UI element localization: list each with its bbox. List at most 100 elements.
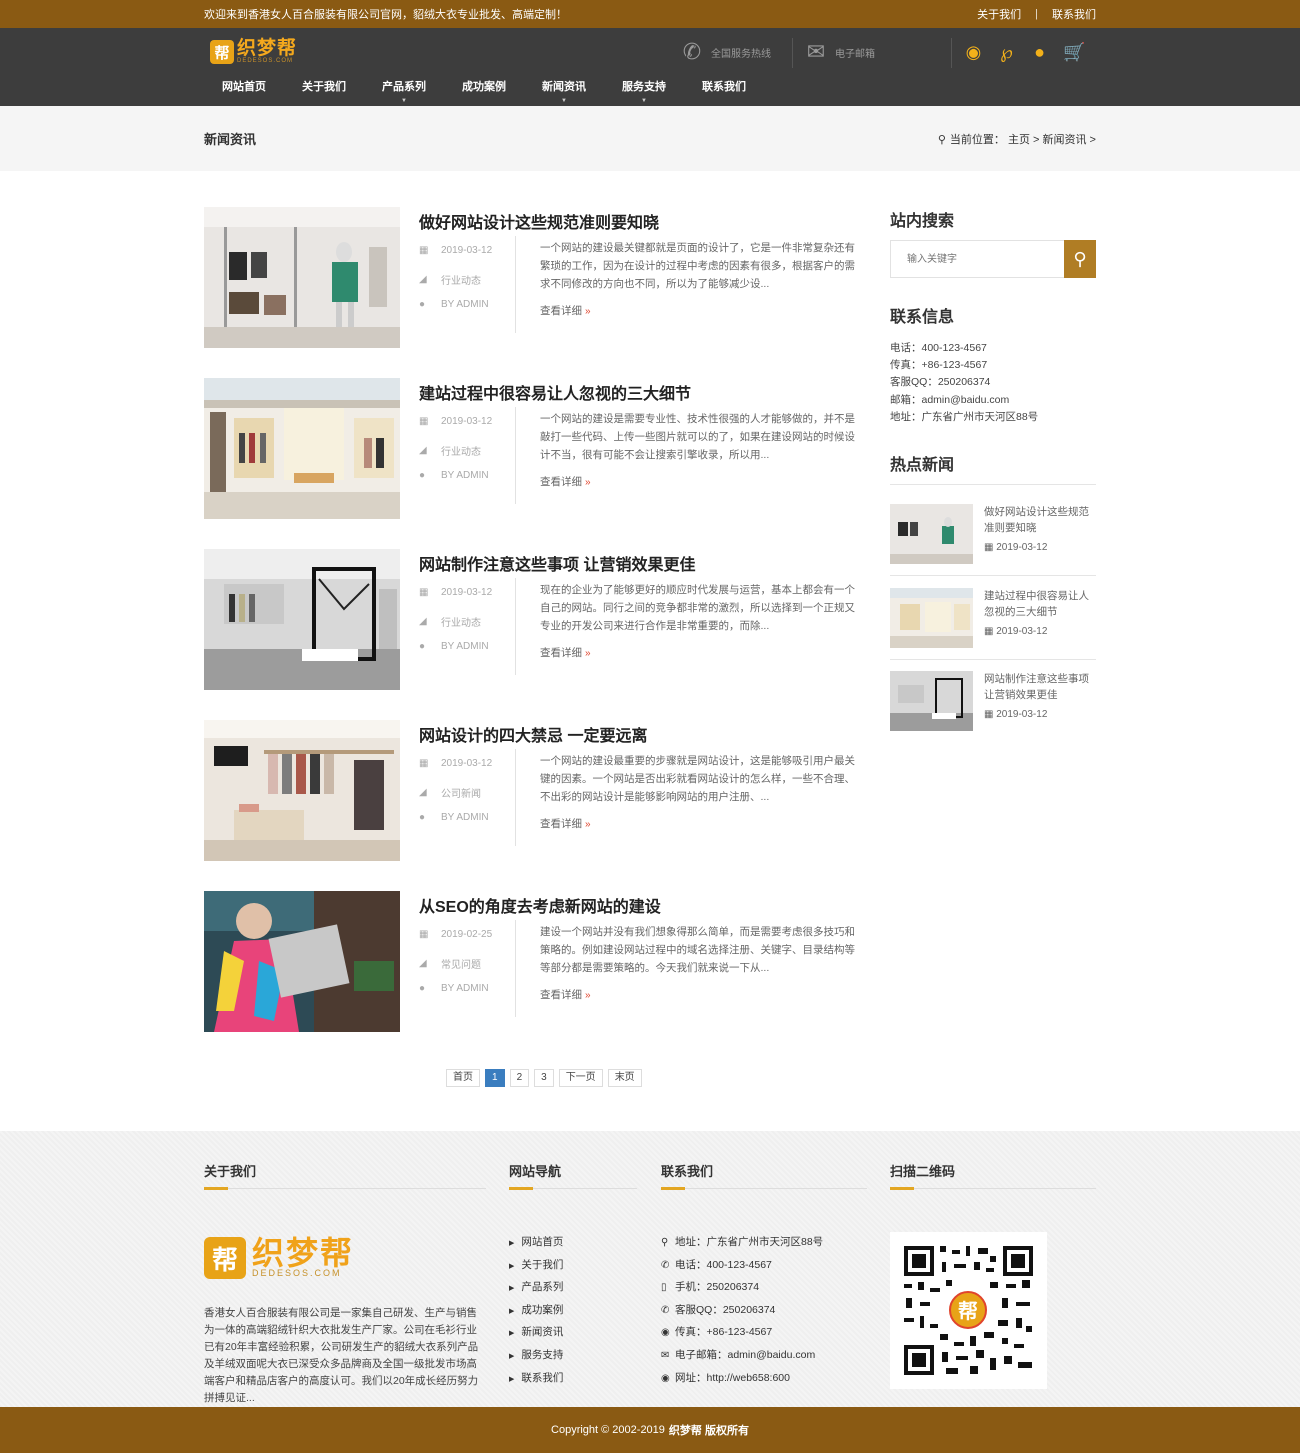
article-summary: 建设一个网站并没有我们想象得那么简单，而是需要考虑很多技巧和策略的。例如建设网站… <box>540 926 855 974</box>
weibo-icon[interactable]: ◉ <box>964 42 983 63</box>
divider <box>890 575 1096 576</box>
read-more-link[interactable]: 查看详细» <box>540 303 591 318</box>
globe-icon: ◉ <box>661 1372 670 1384</box>
hot-news-item[interactable]: 网站制作注意这些事项 让营销效果更佳 ▦ 2019-03-12 <box>890 671 1096 755</box>
hot-news-item[interactable]: 建站过程中很容易让人忽视的三大细节 ▦ 2019-03-12 <box>890 588 1096 672</box>
article-author: ● BY ADMIN <box>419 983 489 994</box>
article-thumbnail[interactable] <box>204 378 400 519</box>
page-2[interactable]: 2 <box>509 1069 530 1087</box>
double-chevron-right-icon: » <box>585 648 591 659</box>
article-thumbnail[interactable] <box>204 891 400 1032</box>
article-date: ▦ 2019-02-25 <box>419 929 493 940</box>
tag-icon: ◢ <box>419 616 427 627</box>
tencent-weibo-icon[interactable]: ℘ <box>997 42 1016 63</box>
cart-icon[interactable]: 🛒 <box>1063 42 1085 63</box>
nav-news[interactable]: 新闻资讯 ▼ <box>524 80 604 104</box>
hot-news-title[interactable]: 做好网站设计这些规范准则要知晓 <box>984 504 1096 536</box>
page-first[interactable]: 首页 <box>446 1069 480 1087</box>
article-thumbnail[interactable] <box>204 207 400 348</box>
hot-news-date: ▦ 2019-03-12 <box>984 709 1048 720</box>
hot-news-thumbnail[interactable] <box>890 504 973 564</box>
calendar-icon: ▦ <box>419 758 429 769</box>
breadcrumb-path[interactable]: 主页 > 新闻资讯 > <box>1008 134 1096 146</box>
read-more-link[interactable]: 查看详细» <box>540 474 591 489</box>
hot-news-title[interactable]: 网站制作注意这些事项 让营销效果更佳 <box>984 671 1096 703</box>
page-3[interactable]: 3 <box>534 1069 554 1087</box>
hot-news-item[interactable]: 做好网站设计这些规范准则要知晓 ▦ 2019-03-12 <box>890 504 1096 588</box>
article-summary: 现在的企业为了能够更好的顺应时代发展与运营，基本上都会有一个自己的网站。同行之间… <box>540 584 855 632</box>
qq-icon[interactable]: ● <box>1030 42 1049 63</box>
article-category: ◢ 常见问题 <box>419 958 481 971</box>
article-thumbnail[interactable] <box>204 720 400 861</box>
footer-nav-item[interactable]: ▶ 产品系列 <box>509 1279 563 1302</box>
nav-cases[interactable]: 成功案例 <box>444 80 524 102</box>
footer-nav-heading: 网站导航 <box>509 1164 562 1179</box>
caret-right-icon: ▶ <box>509 1330 515 1338</box>
footer-nav-item[interactable]: ▶ 新闻资讯 <box>509 1324 563 1347</box>
site-logo[interactable]: 帮 织梦帮 DEDESOS.COM <box>210 38 298 64</box>
page-1[interactable]: 1 <box>485 1069 505 1087</box>
top-bar: 欢迎来到香港女人百合服装有限公司官网，貂绒大衣专业批发、高端定制！ 关于我们 |… <box>0 0 1300 28</box>
header-phone-label: 全国服务热线 <box>711 49 771 60</box>
article-item: 网站制作注意这些事项 让营销效果更佳 ▦ 2019-03-12 ◢ 行业动态 ● BY… <box>204 549 864 690</box>
top-link-about[interactable]: 关于我们 <box>977 6 1021 22</box>
search-input[interactable] <box>891 241 1061 277</box>
footer-nav-item[interactable]: ▶ 成功案例 <box>509 1302 563 1325</box>
search-button[interactable]: ⚲ <box>1064 240 1096 278</box>
article-summary: 一个网站的建设是需要专业性、技术性很强的人才能够做的，并不是敲打一些代码、上传一… <box>540 413 855 461</box>
divider <box>515 749 516 846</box>
footer-nav-item[interactable]: ▶ 服务支持 <box>509 1347 563 1370</box>
article-author: ● BY ADMIN <box>419 812 489 823</box>
article-title[interactable]: 网站制作注意这些事项 让营销效果更佳 <box>419 551 695 575</box>
nav-about[interactable]: 关于我们 <box>284 80 364 102</box>
article-item: 做好网站设计这些规范准则要知晓 ▦ 2019-03-12 ◢ 行业动态 ● BY AD… <box>204 207 864 348</box>
envelope-icon: ✉ <box>806 39 826 64</box>
heading-underline <box>890 1187 1096 1190</box>
hot-news-thumbnail[interactable] <box>890 671 973 731</box>
hot-news-title[interactable]: 建站过程中很容易让人忽视的三大细节 <box>984 588 1096 620</box>
user-icon: ● <box>419 983 426 994</box>
heading-underline <box>661 1187 867 1190</box>
phone-icon: ✆ <box>661 1304 670 1316</box>
contact-qq: 客服QQ：250206374 <box>890 376 991 389</box>
article-title[interactable]: 建站过程中很容易让人忽视的三大细节 <box>419 380 691 404</box>
top-link-contact[interactable]: 联系我们 <box>1052 6 1096 22</box>
article-title[interactable]: 网站设计的四大禁忌 一定要远离 <box>419 722 647 746</box>
phone-icon: ✆ <box>682 39 702 64</box>
logo-badge: 帮 <box>210 40 234 64</box>
copyright-text: Copyright © 2002-2019 <box>551 1424 665 1436</box>
footer-nav-item[interactable]: ▶ 网站首页 <box>509 1234 563 1257</box>
page-next[interactable]: 下一页 <box>558 1069 603 1087</box>
article-title[interactable]: 从SEO的角度去考虑新网站的建设 <box>419 893 661 917</box>
sidebar: 站内搜索 ⚲ 联系信息 电话：400-123-4567 传真：+86-123-4… <box>890 207 1096 731</box>
page-last[interactable]: 末页 <box>607 1069 642 1087</box>
article-summary: 一个网站的建设最关键都就是页面的设计了，它是一件非常复杂还有繁琐的工作，因为在设… <box>540 242 855 290</box>
article-thumbnail[interactable] <box>204 549 400 690</box>
nav-service[interactable]: 服务支持 ▼ <box>604 80 684 104</box>
footer-nav-item[interactable]: ▶ 联系我们 <box>509 1370 563 1393</box>
footer-contact-heading: 联系我们 <box>661 1164 714 1179</box>
nav-products[interactable]: 产品系列 ▼ <box>364 80 444 104</box>
breadcrumb-prefix: 当前位置： <box>949 133 1005 146</box>
logo-subtext: DEDESOS.COM <box>237 58 294 64</box>
user-icon: ● <box>419 641 426 652</box>
double-chevron-right-icon: » <box>585 819 591 830</box>
footer-about: 关于我们 帮 织梦帮 DEDESOS.COM 香港女人百合服装有限公司是一家集自… <box>204 1161 486 1404</box>
logo-text: 织梦帮 <box>237 38 298 59</box>
envelope-icon: ✉ <box>661 1349 670 1361</box>
nav-contact[interactable]: 联系我们 <box>684 80 764 102</box>
globe-icon: ◉ <box>661 1327 670 1339</box>
top-link-separator: | <box>1035 8 1038 20</box>
footer-nav-item[interactable]: ▶ 关于我们 <box>509 1257 563 1280</box>
footer-phone: ✆ 电话：400-123-4567 <box>661 1258 772 1271</box>
article-title[interactable]: 做好网站设计这些规范准则要知晓 <box>419 209 659 233</box>
read-more-link[interactable]: 查看详细» <box>540 987 591 1002</box>
footer-about-heading: 关于我们 <box>204 1164 257 1179</box>
calendar-icon: ▦ <box>419 416 429 427</box>
double-chevron-right-icon: » <box>585 477 591 488</box>
read-more-link[interactable]: 查看详细» <box>540 645 591 660</box>
read-more-link[interactable]: 查看详细» <box>540 816 591 831</box>
nav-home[interactable]: 网站首页 <box>204 80 284 102</box>
footer-mobile: ▯ 手机：250206374 <box>661 1281 760 1294</box>
hot-news-thumbnail[interactable] <box>890 588 973 648</box>
